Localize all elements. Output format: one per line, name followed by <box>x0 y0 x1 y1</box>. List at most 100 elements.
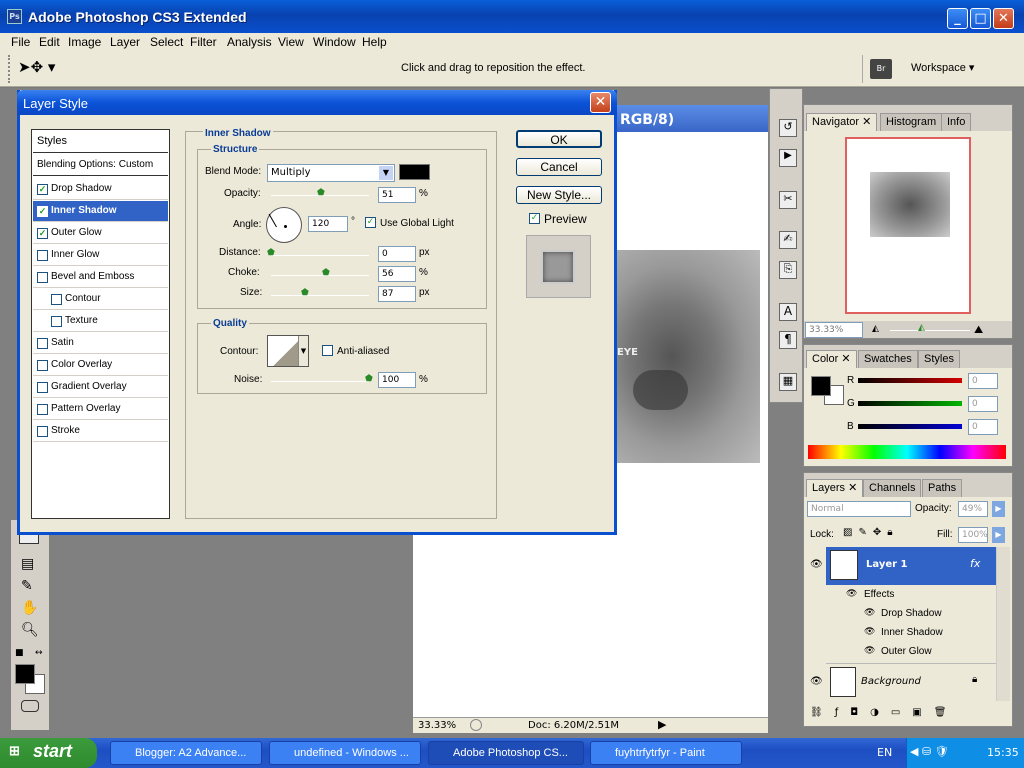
menu-filter[interactable]: Filter <box>190 35 217 49</box>
style-checkbox[interactable] <box>51 316 62 327</box>
actions-icon[interactable]: ▶ <box>779 149 797 167</box>
size-slider[interactable] <box>271 295 369 296</box>
tray-icons[interactable]: ◀ ⛁ 🛡︎ <box>910 745 949 758</box>
history-icon[interactable]: ↺ <box>779 119 797 137</box>
blend-mode-select[interactable]: Multiply ▼ <box>267 164 395 182</box>
blue-slider[interactable] <box>858 424 962 429</box>
tab-swatches[interactable]: Swatches <box>858 350 918 368</box>
effect-inner-shadow[interactable]: Inner Shadow <box>881 627 943 638</box>
close-button[interactable]: ✕ <box>993 8 1014 29</box>
paragraph-icon[interactable]: ¶ <box>779 331 797 349</box>
tab-color[interactable]: Color ✕ <box>806 350 857 368</box>
menu-window[interactable]: Window <box>313 35 356 49</box>
notes-tool-icon[interactable]: ▤ <box>21 556 34 572</box>
preview-checkbox[interactable] <box>529 213 540 224</box>
menu-view[interactable]: View <box>278 35 304 49</box>
style-item-contour[interactable]: Contour <box>33 289 168 310</box>
zoom-level[interactable]: 33.33% <box>418 720 456 731</box>
navigator-zoom-field[interactable]: 33.33% <box>805 322 863 338</box>
tab-layers[interactable]: Layers ✕ <box>806 479 864 497</box>
task-photoshop[interactable]: Adobe Photoshop CS... <box>428 741 584 765</box>
style-item-drop-shadow[interactable]: Drop Shadow <box>33 179 168 200</box>
task-blogger[interactable]: Blogger: A2 Advance... <box>110 741 262 765</box>
layer-row-layer1[interactable]: Layer 1 fx <box>826 547 996 585</box>
green-value[interactable]: 0 <box>968 396 998 412</box>
dialog-close-button[interactable]: ✕ <box>590 92 611 113</box>
choke-field[interactable]: 56 <box>378 266 416 282</box>
style-item-color-overlay[interactable]: Color Overlay <box>33 355 168 376</box>
menu-analysis[interactable]: Analysis <box>227 35 272 49</box>
app-title-bar[interactable]: Ps Adobe Photoshop CS3 Extended _ □ ✕ <box>0 0 1024 33</box>
menu-select[interactable]: Select <box>150 35 183 49</box>
layer-blend-mode-select[interactable]: Normal <box>807 501 911 517</box>
character-icon[interactable]: A <box>779 303 797 321</box>
style-checkbox[interactable] <box>37 272 48 283</box>
effect-outer-glow[interactable]: Outer Glow <box>881 646 932 657</box>
anti-aliased-label[interactable]: Anti-aliased <box>337 346 389 357</box>
style-item-satin[interactable]: Satin <box>33 333 168 354</box>
style-item-inner-shadow[interactable]: Inner Shadow <box>33 201 168 222</box>
hand-tool-icon[interactable]: ✋ <box>21 600 38 616</box>
quick-mask-icon[interactable] <box>21 700 39 712</box>
angle-dial[interactable] <box>266 207 302 243</box>
style-checkbox[interactable] <box>37 404 48 415</box>
style-checkbox[interactable] <box>37 184 48 195</box>
tool-presets-icon[interactable]: ✂ <box>779 191 797 209</box>
styles-header[interactable]: Styles <box>33 131 168 153</box>
ok-button[interactable]: OK <box>516 130 602 148</box>
red-slider[interactable] <box>858 378 962 383</box>
new-style-button[interactable]: New Style... <box>516 186 602 204</box>
tab-styles[interactable]: Styles <box>918 350 960 368</box>
move-tool-preset-icon[interactable]: ➤✥ ▾ <box>18 58 56 80</box>
layer1-visibility-eye-icon[interactable]: 👁︎ <box>810 559 823 570</box>
use-global-light-checkbox[interactable] <box>365 217 376 228</box>
chevron-down-icon[interactable]: ▼ <box>379 166 393 180</box>
style-checkbox[interactable] <box>37 206 48 217</box>
tab-info[interactable]: Info <box>941 113 972 131</box>
zoom-tool-icon[interactable]: 🔍︎ <box>21 622 39 638</box>
options-grip[interactable] <box>8 55 10 83</box>
opacity-arrow[interactable]: ▶ <box>992 501 1005 517</box>
noise-field[interactable]: 100 <box>378 372 416 388</box>
distance-slider-thumb[interactable]: ⬟ <box>267 249 276 258</box>
opacity-field[interactable]: 51 <box>378 187 416 203</box>
noise-slider[interactable] <box>271 381 369 382</box>
start-button[interactable]: ⊞ start <box>0 738 97 768</box>
style-checkbox[interactable] <box>37 426 48 437</box>
fill-arrow[interactable]: ▶ <box>992 527 1005 543</box>
menu-edit[interactable]: Edit <box>39 35 60 49</box>
cancel-button[interactable]: Cancel <box>516 158 602 176</box>
style-checkbox[interactable] <box>37 228 48 239</box>
navigator-zoom-slider[interactable] <box>890 330 970 331</box>
task-windows-explorer[interactable]: undefined - Windows ... <box>269 741 421 765</box>
menu-file[interactable]: File <box>11 35 30 49</box>
contour-picker[interactable]: ▼ <box>267 335 309 367</box>
chevron-down-icon[interactable]: ▼ <box>298 336 308 366</box>
size-field[interactable]: 87 <box>378 286 416 302</box>
effect-drop-shadow[interactable]: Drop Shadow <box>881 608 942 619</box>
style-item-gradient-overlay[interactable]: Gradient Overlay <box>33 377 168 398</box>
effect-eye-icon[interactable]: 👁︎ <box>864 608 875 618</box>
minimize-button[interactable]: _ <box>947 8 968 29</box>
style-checkbox[interactable] <box>37 338 48 349</box>
swap-colors-icon[interactable]: ↔ <box>35 648 43 658</box>
size-slider-thumb[interactable]: ⬟ <box>301 289 310 298</box>
opacity-slider-thumb[interactable]: ⬟ <box>317 189 326 198</box>
menu-layer[interactable]: Layer <box>110 35 140 49</box>
distance-slider[interactable] <box>271 255 369 256</box>
red-value[interactable]: 0 <box>968 373 998 389</box>
layer-opacity-field[interactable]: 49% <box>958 501 988 517</box>
style-checkbox[interactable] <box>37 250 48 261</box>
style-item-pattern-overlay[interactable]: Pattern Overlay <box>33 399 168 420</box>
status-arrow-icon[interactable]: ▶ <box>658 718 666 731</box>
status-info-icon[interactable] <box>470 719 482 731</box>
style-item-outer-glow[interactable]: Outer Glow <box>33 223 168 244</box>
canvas-image[interactable]: EYE <box>613 250 760 463</box>
layer-comps-icon[interactable]: ▦ <box>779 373 797 391</box>
shadow-color-swatch[interactable] <box>399 164 430 180</box>
style-checkbox[interactable] <box>37 360 48 371</box>
background-visibility-eye-icon[interactable]: 👁︎ <box>810 676 823 687</box>
layer-style-title-bar[interactable]: Layer Style <box>17 90 617 115</box>
style-item-inner-glow[interactable]: Inner Glow <box>33 245 168 266</box>
color-fg-swatch[interactable] <box>811 376 831 396</box>
